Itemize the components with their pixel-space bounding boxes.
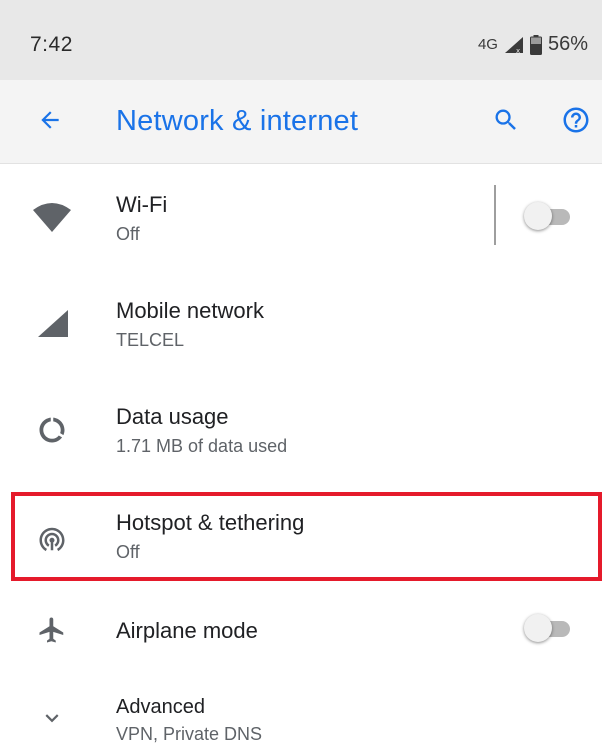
battery-icon (529, 34, 542, 55)
chevron-down-icon (28, 694, 76, 742)
item-summary: Off (116, 224, 140, 244)
arrow-back-icon (37, 107, 63, 138)
airplane-mode-toggle[interactable] (522, 611, 574, 645)
battery-percent: 56% (547, 33, 588, 55)
list-item-data-usage[interactable]: Data usage 1.71 MB of data used (0, 376, 602, 482)
svg-text:x: x (516, 47, 520, 54)
help-icon (561, 105, 591, 140)
help-button[interactable] (556, 102, 596, 142)
item-summary: TELCEL (116, 330, 185, 350)
page-title: Network & internet (116, 105, 359, 137)
search-button[interactable] (486, 102, 526, 142)
item-summary: Off (116, 542, 140, 562)
cellular-signal-icon (28, 299, 76, 347)
settings-screen: 7:42 4G x 56% Network & internet Wi-Fi O… (0, 0, 602, 747)
list-item-mobile-network[interactable]: Mobile network TELCEL (0, 270, 602, 376)
list-item-hotspot[interactable]: Hotspot & tethering Off (0, 482, 602, 588)
toggle-thumb (524, 202, 552, 230)
status-bar: 7:42 4G x 56% (0, 0, 602, 80)
list-item-wifi[interactable]: Wi-Fi Off (0, 164, 602, 270)
network-type: 4G (477, 36, 498, 53)
item-summary: 1.71 MB of data used (116, 436, 288, 456)
item-title: Advanced (116, 696, 205, 718)
item-title: Wi-Fi (116, 192, 168, 217)
airplane-icon (28, 606, 76, 654)
status-time: 7:42 (30, 33, 73, 56)
wifi-toggle[interactable] (522, 199, 574, 233)
status-indicators: 4G x 56% (478, 33, 588, 56)
app-bar: Network & internet (0, 80, 602, 164)
divider (494, 185, 496, 245)
wifi-icon (28, 193, 76, 241)
hotspot-icon (28, 515, 76, 563)
data-usage-icon (28, 406, 76, 454)
item-title: Hotspot & tethering (116, 510, 305, 535)
search-icon (492, 106, 520, 139)
list-item-advanced[interactable]: Advanced VPN, Private DNS (0, 674, 602, 747)
item-title: Mobile network (116, 298, 264, 323)
item-title: Data usage (116, 404, 229, 429)
item-title: Airplane mode (116, 618, 258, 643)
item-summary: VPN, Private DNS (116, 724, 263, 744)
toggle-thumb (524, 614, 552, 642)
signal-icon: x (504, 36, 524, 54)
back-button[interactable] (28, 102, 72, 142)
